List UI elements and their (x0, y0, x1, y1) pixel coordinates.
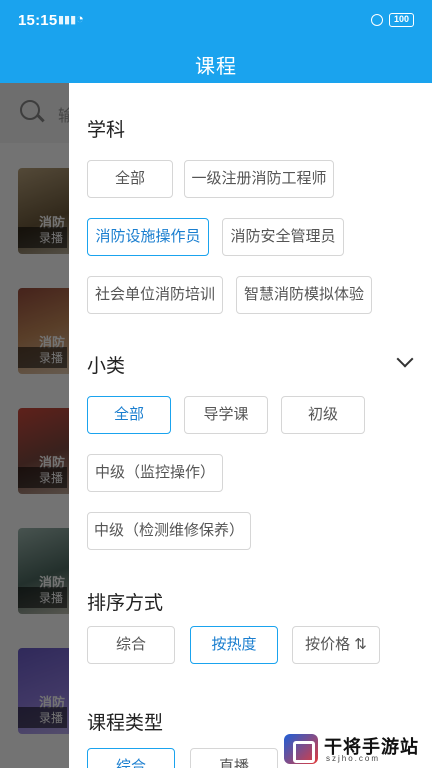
subject-chip-fire-engineer[interactable]: 一级注册消防工程师 (184, 160, 334, 198)
watermark-logo-icon (284, 734, 318, 764)
course-type-chip-overall[interactable]: 综合 (87, 748, 175, 768)
lock-icon (371, 14, 383, 26)
course-type-section-title: 课程类型 (87, 713, 164, 734)
signal-icon: ▮▮▮ (58, 14, 77, 26)
subcategory-section-title: 小类 (87, 356, 126, 377)
watermark: 干将手游站 szjho.com (280, 728, 432, 768)
sort-section-title: 排序方式 (87, 593, 164, 614)
subcategory-chip-intro[interactable]: 导学课 (184, 396, 268, 434)
battery-icon: 100 (389, 13, 414, 27)
course-type-chip-live[interactable]: 直播 (190, 748, 278, 768)
chevron-down-icon[interactable] (396, 350, 414, 368)
subject-chip-smart-simulation[interactable]: 智慧消防模拟体验 (236, 276, 372, 314)
sort-chip-overall[interactable]: 综合 (87, 626, 175, 664)
subject-chip-unit-training[interactable]: 社会单位消防培训 (87, 276, 223, 314)
watermark-url: szjho.com (326, 754, 381, 763)
subcategory-chip-junior[interactable]: 初级 (281, 396, 365, 434)
subcategory-chip-intermediate-monitor[interactable]: 中级（监控操作） (87, 454, 223, 492)
app-header: 课程 (0, 40, 432, 83)
sort-chip-price[interactable]: 按价格 ⇅ (292, 626, 380, 664)
subcategory-chip-all[interactable]: 全部 (87, 396, 171, 434)
status-time: 15:15 (18, 12, 58, 29)
status-bar: 15:15 ▮▮▮ ◔ 100 (0, 0, 432, 40)
page-title: 课程 (195, 56, 237, 78)
subject-chip-all[interactable]: 全部 (87, 160, 173, 198)
subject-chip-safety-manager[interactable]: 消防安全管理员 (222, 218, 344, 256)
subject-chip-facility-operator[interactable]: 消防设施操作员 (87, 218, 209, 256)
wifi-icon: ◔ (76, 11, 84, 26)
subcategory-chip-intermediate-maintenance[interactable]: 中级（检测维修保养） (87, 512, 251, 550)
filter-drawer: 学科 全部 一级注册消防工程师 消防设施操作员 消防安全管理员 社会单位消防培训… (69, 83, 432, 768)
sort-chip-popularity[interactable]: 按热度 (190, 626, 278, 664)
subject-section-title: 学科 (87, 120, 126, 141)
